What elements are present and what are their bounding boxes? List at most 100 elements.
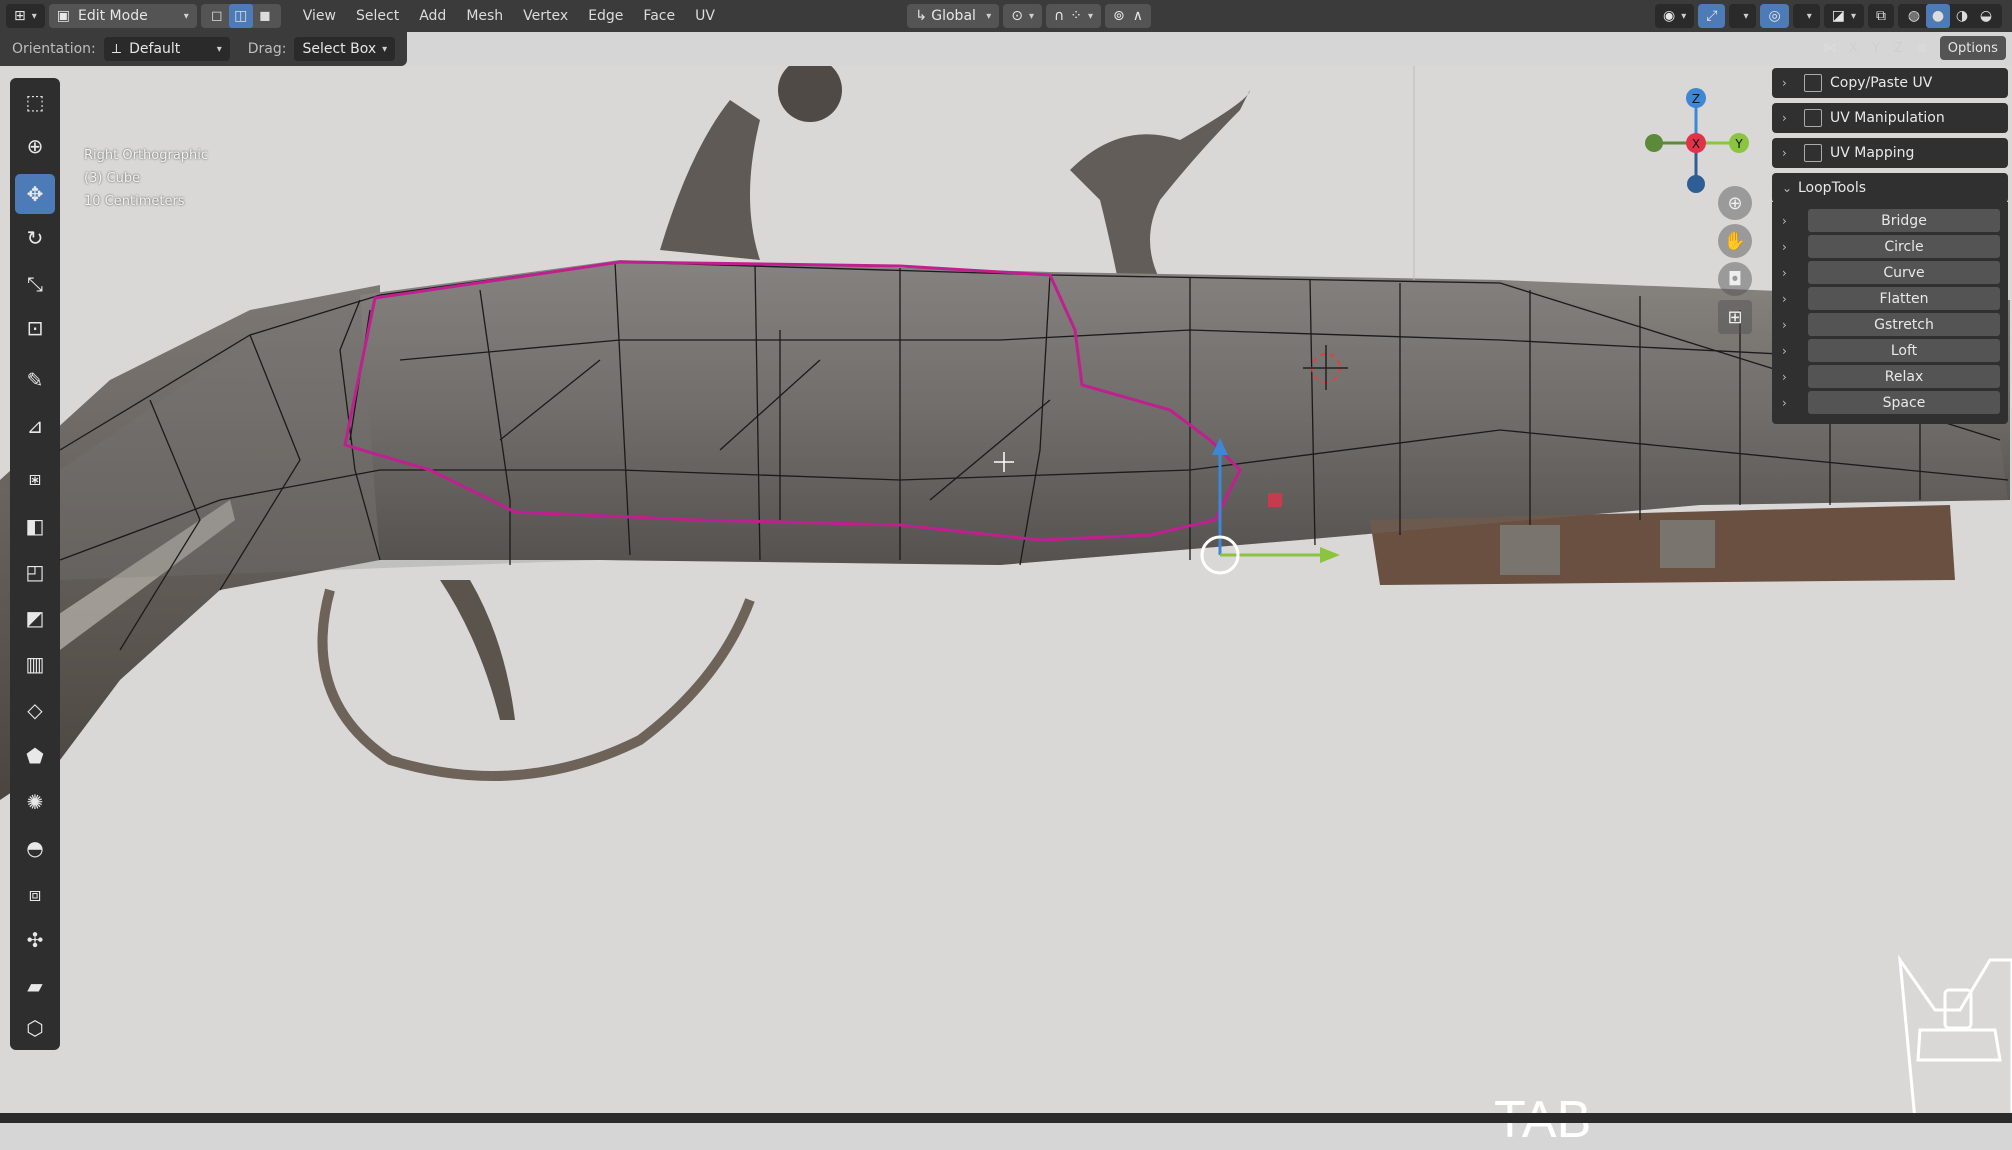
annotate-tool[interactable]: ✎ xyxy=(15,360,55,400)
mode-dropdown[interactable]: ▣ Edit Mode ▾ xyxy=(48,4,197,28)
svg-text:Z: Z xyxy=(1692,92,1700,106)
rip-tool[interactable]: ⬡ xyxy=(15,1008,55,1048)
add-cube-tool[interactable]: ⧆ xyxy=(15,458,55,498)
menu-mesh[interactable]: Mesh xyxy=(456,4,513,28)
navigation-gizmo[interactable]: Z Y X xyxy=(1636,76,1756,196)
mirror-axis-x[interactable]: X xyxy=(1849,41,1858,56)
edge-slide-tool[interactable]: ⧈ xyxy=(15,874,55,914)
options-button[interactable]: Options xyxy=(1939,36,2006,60)
rendered-shading-icon[interactable]: ◒ xyxy=(1974,4,1998,28)
chevron-right-icon[interactable]: › xyxy=(1782,370,1808,384)
chevron-right-icon[interactable]: › xyxy=(1782,396,1808,410)
extrude-tool[interactable]: ◧ xyxy=(15,506,55,546)
material-shading-icon[interactable]: ◑ xyxy=(1950,4,1974,28)
gizmo-neg-z-axis[interactable] xyxy=(1687,175,1705,193)
viewport-header: ⊞ ▾ ▣ Edit Mode ▾ ◻ ◫ ◼ View Select Add Mesh… xyxy=(0,0,2012,32)
looptools-flatten-button[interactable]: Flatten xyxy=(1808,287,2000,310)
looptools-circle-button[interactable]: Circle xyxy=(1808,235,2000,258)
eye-icon: ◉ xyxy=(1663,8,1676,24)
face-select-icon[interactable]: ◼ xyxy=(253,4,277,28)
orientation-dropdown[interactable]: ⟂ Default ▾ xyxy=(103,37,230,61)
transform-orientation-dropdown[interactable]: ↳ Global ▾ xyxy=(907,4,1000,28)
xray-toggle[interactable]: ⧉ xyxy=(1868,4,1894,28)
panel-copy-paste-uv[interactable]: › Copy/Paste UV xyxy=(1772,68,2008,98)
looptools-row: › Curve xyxy=(1782,260,2000,285)
move-tool[interactable]: ✥ xyxy=(15,174,55,214)
menu-select[interactable]: Select xyxy=(346,4,409,28)
loop-cut-tool[interactable]: ▥ xyxy=(15,644,55,684)
cursor-tool[interactable]: ⊕ xyxy=(15,126,55,166)
menu-face[interactable]: Face xyxy=(633,4,685,28)
falloff-icon: ∧ xyxy=(1132,8,1143,24)
inset-tool[interactable]: ◰ xyxy=(15,552,55,592)
vertex-select-icon[interactable]: ◻ xyxy=(205,4,229,28)
knife-icon: ◇ xyxy=(27,698,43,722)
poly-build-tool[interactable]: ⬟ xyxy=(15,736,55,776)
status-bar xyxy=(0,1113,2012,1123)
menu-uv[interactable]: UV xyxy=(685,4,725,28)
spin-icon: ✺ xyxy=(26,790,44,814)
rotate-tool[interactable]: ↻ xyxy=(15,218,55,258)
gizmo-neg-y-axis[interactable] xyxy=(1645,134,1663,152)
extrude-icon: ◧ xyxy=(25,514,45,538)
pan-button[interactable]: ✋ xyxy=(1718,224,1752,258)
chevron-right-icon[interactable]: › xyxy=(1782,214,1808,228)
viewport-canvas[interactable] xyxy=(0,66,2012,1113)
zoom-button[interactable]: ⊕ xyxy=(1718,186,1752,220)
looptools-gstretch-button[interactable]: Gstretch xyxy=(1808,313,2000,336)
looptools-header[interactable]: ⌄ LoopTools xyxy=(1772,173,2008,203)
looptools-curve-button[interactable]: Curve xyxy=(1808,261,2000,284)
spin-tool[interactable]: ✺ xyxy=(15,782,55,822)
looptools-body: › Bridge › Circle › Curve › Flatten › Gstretch › Lo… xyxy=(1772,202,2008,424)
shrink-fatten-tool[interactable]: ✣ xyxy=(15,920,55,960)
gizmo-toggle[interactable]: ⤢ xyxy=(1698,4,1726,28)
chevron-right-icon[interactable]: › xyxy=(1782,318,1808,332)
3d-viewport[interactable]: Right Orthographic (3) Cube 10 Centimete… xyxy=(0,66,2012,1149)
chevron-right-icon[interactable]: › xyxy=(1782,292,1808,306)
knife-tool[interactable]: ◇ xyxy=(15,690,55,730)
menu-edge[interactable]: Edge xyxy=(578,4,633,28)
smooth-tool[interactable]: ◓ xyxy=(15,828,55,868)
toolbar: ⬚ ⊕ ✥ ↻ ⤡ ⊡ ✎ ⊿ ⧆ ◧ ◰ ◩ ▥ ◇ ⬟ ✺ ◓ ⧈ ✣ ▰ … xyxy=(10,78,60,1050)
transform-tool[interactable]: ⊡ xyxy=(15,308,55,348)
edge-select-icon[interactable]: ◫ xyxy=(228,4,253,28)
chevron-right-icon[interactable]: › xyxy=(1782,344,1808,358)
bevel-tool[interactable]: ◩ xyxy=(15,598,55,638)
snap-button[interactable]: ∩ ⁘ ▾ xyxy=(1046,4,1102,28)
mirror-icon[interactable]: ⋈ xyxy=(1818,36,1842,60)
solid-shading-icon[interactable]: ● xyxy=(1926,4,1950,28)
pivot-point-button[interactable]: ⊙ ▾ xyxy=(1003,4,1042,28)
mesh-overlay-button[interactable]: ◪ ▾ xyxy=(1823,4,1864,28)
visibility-button[interactable]: ◉ ▾ xyxy=(1655,4,1695,28)
select-box-tool[interactable]: ⬚ xyxy=(15,82,55,122)
looptools-relax-button[interactable]: Relax xyxy=(1808,365,2000,388)
menu-view[interactable]: View xyxy=(293,4,346,28)
overlay-dropdown[interactable]: ▾ xyxy=(1792,4,1820,28)
looptools-loft-button[interactable]: Loft xyxy=(1808,339,2000,362)
camera-button[interactable]: ◘ xyxy=(1718,262,1752,296)
menu-vertex[interactable]: Vertex xyxy=(513,4,578,28)
looptools-bridge-button[interactable]: Bridge xyxy=(1808,209,2000,232)
panel-uv-mapping[interactable]: › UV Mapping xyxy=(1772,138,2008,168)
panel-uv-manipulation[interactable]: › UV Manipulation xyxy=(1772,103,2008,133)
measure-tool[interactable]: ⊿ xyxy=(15,406,55,446)
looptools-space-button[interactable]: Space xyxy=(1808,391,2000,414)
mesh-overlay-icon: ◪ xyxy=(1831,8,1845,24)
chevron-right-icon[interactable]: › xyxy=(1782,240,1808,254)
menu-add[interactable]: Add xyxy=(409,4,456,28)
shear-tool[interactable]: ▰ xyxy=(15,966,55,1006)
auto-merge-icon[interactable]: ⧈ xyxy=(1910,36,1934,60)
proportional-edit-button[interactable]: ⊚ ∧ xyxy=(1105,4,1151,28)
editor-type-button[interactable]: ⊞ ▾ xyxy=(6,4,45,28)
mirror-axis-z[interactable]: Z xyxy=(1894,41,1903,56)
perspective-toggle[interactable]: ⊞ xyxy=(1718,300,1752,334)
wireframe-shading-icon[interactable]: ◍ xyxy=(1902,4,1926,28)
scale-tool[interactable]: ⤡ xyxy=(15,264,55,304)
drag-dropdown[interactable]: Select Box ▾ xyxy=(294,37,396,61)
overlay-toggle[interactable]: ◎ xyxy=(1760,4,1789,28)
smooth-icon: ◓ xyxy=(26,836,44,860)
mirror-axis-y[interactable]: Y xyxy=(1872,41,1880,56)
chevron-right-icon[interactable]: › xyxy=(1782,266,1808,280)
gizmo-dropdown[interactable]: ▾ xyxy=(1729,4,1757,28)
edit-mode-icon: ▣ xyxy=(56,8,70,24)
